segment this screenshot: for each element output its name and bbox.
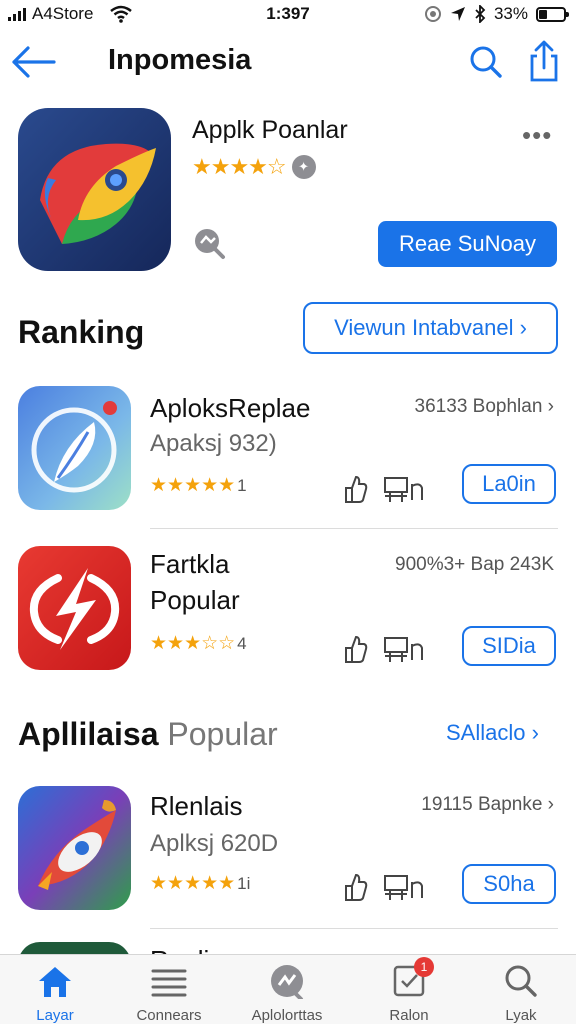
share-button[interactable]: [524, 38, 564, 84]
battery-icon: [536, 6, 569, 22]
search-icon: [470, 46, 502, 78]
location-icon: [450, 7, 465, 21]
ranking-title: Ranking: [18, 314, 145, 350]
battery-percent: 33%: [493, 4, 528, 23]
reviews-icon[interactable]: [192, 226, 226, 260]
popular-app-rating-1: ★★★★★ 1i: [150, 872, 250, 895]
featured-stars: ★★★★☆: [192, 154, 287, 179]
popular-row-2[interactable]: Raplias: [0, 940, 576, 954]
quill-logo-icon: [18, 386, 131, 510]
tab-label-apps: Aplolorttas: [251, 1007, 323, 1024]
ranking-app-rating-count-1: 1: [237, 476, 247, 495]
popular-mini-icons-1: [342, 872, 426, 902]
magnify-badge-icon: [195, 229, 225, 259]
popular-app-stars-1: ★★★★★: [150, 873, 236, 894]
device-icon[interactable]: [382, 634, 426, 664]
thumb-icon[interactable]: [342, 872, 368, 902]
ranking-row-2[interactable]: Fartkla Popular 900%3+ Bap 243K ★★★☆☆ 4 …: [0, 544, 576, 684]
ranking-mini-icons-2: [342, 634, 426, 664]
popular-app-name-1[interactable]: Rlenlais: [150, 788, 243, 824]
ranking-app-rating-count-2: 4: [237, 634, 247, 653]
popular-app-name-2[interactable]: Raplias: [150, 942, 237, 954]
ranking-app-meta-1[interactable]: 36133 Bophlan ›: [415, 396, 554, 418]
featured-action-button[interactable]: Reae SuNoay: [378, 221, 557, 267]
popular-title-strong: Apllilaisa: [18, 716, 159, 752]
tab-label-home: Layar: [36, 1007, 74, 1024]
ranking-app-subtitle-1: Apaksj 932): [150, 430, 277, 457]
popular-app-icon-2[interactable]: [18, 942, 131, 954]
rocket-logo-icon: [18, 108, 171, 271]
popular-app-subtitle-1: Aplksj 620D: [150, 830, 279, 857]
ranking-app-icon-1[interactable]: [18, 386, 131, 510]
ranking-app-icon-2[interactable]: [18, 546, 131, 670]
share-icon: [530, 40, 558, 82]
tab-label-updates: Ralon: [389, 1007, 429, 1024]
home-icon: [39, 967, 71, 997]
editor-badge-icon: ✦: [291, 155, 316, 179]
tab-bar: Layar Connears Aplolorttas 1 Ralon Lyak: [0, 954, 576, 1024]
ranking-get-button-1[interactable]: La0in: [462, 464, 556, 504]
thumb-icon[interactable]: [342, 634, 368, 664]
ranking-mini-icons-1: [342, 474, 426, 504]
popular-get-button-1[interactable]: S0ha: [462, 864, 556, 904]
tab-home[interactable]: Layar: [0, 963, 110, 1024]
search-icon: [505, 965, 537, 997]
tab-apps[interactable]: Aplolorttas: [232, 963, 342, 1024]
ranking-app-rating-2: ★★★☆☆ 4: [150, 632, 247, 655]
popular-app-meta-1[interactable]: 19115 Bapnke ›: [421, 794, 554, 816]
ranking-app-name-2[interactable]: Fartkla Popular: [150, 546, 240, 618]
bluetooth-icon: [475, 5, 486, 23]
ranking-app-name-1[interactable]: AploksReplae: [150, 390, 310, 426]
list-icon: [151, 969, 187, 997]
status-right: 33%: [424, 4, 569, 24]
back-button[interactable]: [8, 42, 58, 82]
ranking-app-rating-1: ★★★★★ 1: [150, 474, 247, 497]
lock-rotation-icon: [424, 6, 441, 22]
page-title: Inpomesia: [108, 44, 252, 76]
device-icon[interactable]: [382, 474, 426, 504]
divider: [150, 528, 558, 529]
updates-badge: 1: [414, 957, 434, 977]
more-options-button[interactable]: •••: [522, 120, 552, 151]
featured-rating: ★★★★☆ ✦: [192, 154, 316, 180]
battery-level: [539, 9, 547, 19]
featured-app-name[interactable]: Applk Poanlar: [192, 116, 348, 145]
popular-row-1[interactable]: Rlenlais Aplksj 620D 19115 Bapnke › ★★★★…: [0, 784, 576, 924]
apps-icon: [271, 965, 303, 999]
ranking-row-1[interactable]: AploksReplae Apaksj 932) 36133 Bophlan ›…: [0, 384, 576, 524]
ranking-app-meta-2[interactable]: 900%3+ Bap 243K: [395, 554, 554, 576]
featured-app-icon[interactable]: [18, 108, 171, 271]
popular-title: Apllilaisa Popular: [18, 716, 278, 753]
nav-header: Inpomesia: [0, 36, 576, 90]
tab-updates[interactable]: 1 Ralon: [354, 957, 464, 1024]
rocket-app-icon: [18, 786, 131, 910]
divider: [150, 928, 558, 929]
tab-search[interactable]: Lyak: [466, 963, 576, 1024]
tab-label-search: Lyak: [505, 1007, 537, 1024]
popular-app-rating-count-1: 1i: [237, 874, 251, 893]
tab-label-list: Connears: [136, 1007, 202, 1024]
ranking-app-stars-1: ★★★★★: [150, 475, 236, 496]
popular-title-light: Popular: [167, 716, 278, 752]
thumb-icon[interactable]: [342, 474, 368, 504]
popular-app-icon-1[interactable]: [18, 786, 131, 910]
ranking-get-button-2[interactable]: SIDia: [462, 626, 556, 666]
view-all-ranking-button[interactable]: Viewun Intabvanel ›: [303, 302, 558, 354]
back-arrow-icon: [12, 46, 56, 78]
search-button[interactable]: [466, 42, 506, 82]
ranking-app-stars-2: ★★★☆☆: [150, 633, 236, 654]
tab-list[interactable]: Connears: [114, 963, 224, 1024]
status-bar: A4Store 1:397 33%: [0, 0, 576, 30]
device-icon[interactable]: [382, 872, 426, 902]
see-all-popular-link[interactable]: SAllaclo ›: [446, 720, 539, 746]
bolt-logo-icon: [18, 546, 131, 670]
